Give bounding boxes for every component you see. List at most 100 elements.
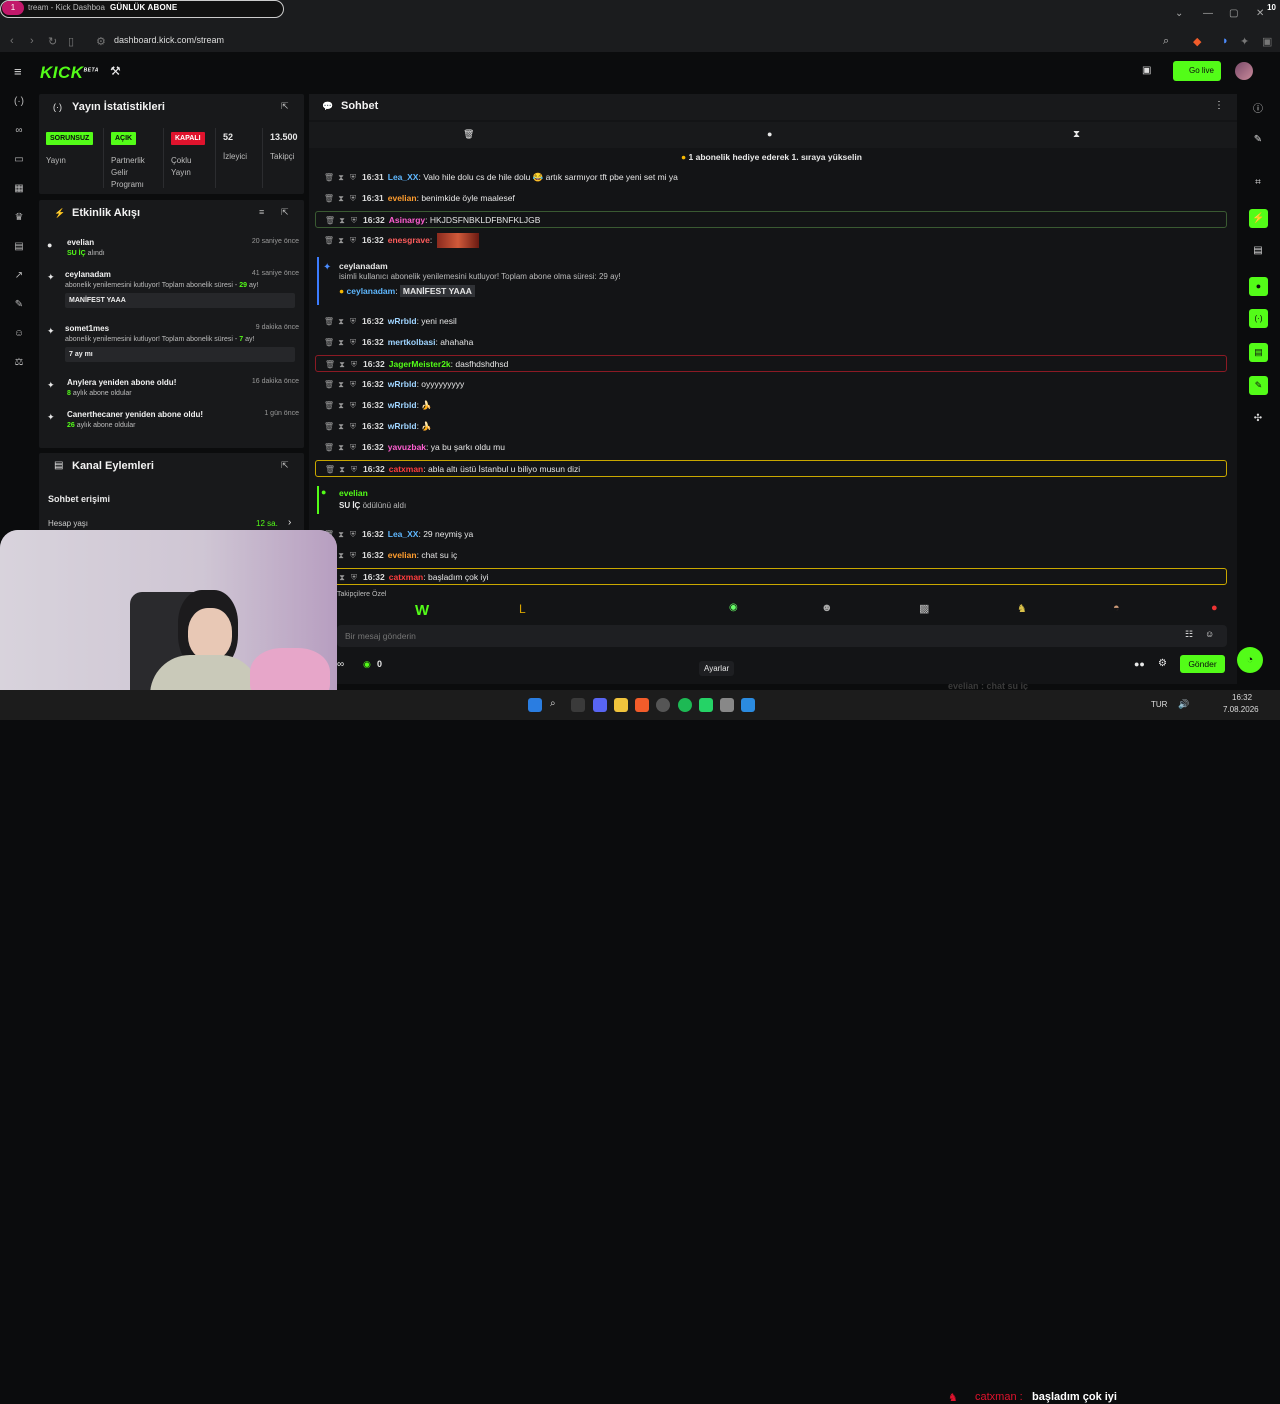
back-icon[interactable]: ‹	[10, 35, 14, 47]
photos-icon[interactable]	[741, 698, 755, 712]
maximize-icon[interactable]: ▢	[1229, 8, 1238, 19]
notes-icon[interactable]: ▤	[1250, 245, 1266, 261]
message-user[interactable]: yavuzbak	[388, 442, 426, 452]
go-live-button[interactable]: Go live	[1173, 61, 1221, 81]
hammer-icon[interactable]: ⚒	[110, 64, 121, 78]
info-icon[interactable]: ⓘ	[1250, 100, 1266, 116]
message-user[interactable]: Asinargy	[389, 215, 425, 225]
start-icon[interactable]	[528, 698, 542, 712]
minimize-icon[interactable]: —	[1203, 8, 1213, 19]
message-user[interactable]: catxman	[389, 464, 424, 474]
delete-icon[interactable]: 🗑	[323, 313, 335, 330]
ban-icon[interactable]: ⛨	[347, 376, 359, 393]
chart-icon[interactable]: ↗	[11, 270, 27, 286]
delete-icon[interactable]: 🗑	[323, 376, 335, 393]
analytics-icon[interactable]: ▦	[11, 183, 27, 199]
emote-icon[interactable]: L	[519, 602, 526, 616]
taskview-icon[interactable]	[571, 698, 585, 712]
timeout-icon[interactable]: ⧗	[336, 212, 348, 229]
chat-message[interactable]: 🗑 ⧗ ⛨ 16:32 wRrbld: yeni nesil	[323, 313, 1223, 330]
timeout-icon[interactable]: ⧗	[335, 439, 347, 456]
obs-icon[interactable]	[656, 698, 670, 712]
avatar[interactable]	[1235, 62, 1253, 80]
message-user[interactable]: wRrbld	[388, 400, 417, 410]
chat-message[interactable]: 🗑 ⧗ ⛨ 16:32 catxman: abla altı üstü İstanbul…	[315, 460, 1227, 477]
delete-icon[interactable]: 🗑	[324, 212, 336, 229]
chat-users-icon[interactable]: ●●	[1134, 659, 1145, 669]
explorer-icon[interactable]	[614, 698, 628, 712]
emoji-icon[interactable]: ☺	[1205, 629, 1214, 639]
timeout-icon[interactable]: ⧗	[335, 169, 347, 186]
ban-icon[interactable]: ⛨	[347, 169, 359, 186]
timeout-icon[interactable]: ⧗	[335, 313, 347, 330]
ban-icon[interactable]: ⛨	[347, 334, 359, 351]
message-user[interactable]: Lea_XX	[388, 529, 419, 539]
chat-message[interactable]: 🗑 ⧗ ⛨ 16:32 enesgrave:	[323, 232, 1223, 249]
reward-user[interactable]: evelian	[339, 488, 368, 498]
message-user[interactable]: catxman	[389, 572, 424, 582]
message-user[interactable]: wRrbld	[388, 421, 417, 431]
chat-message[interactable]: 🗑 ⧗ ⛨ 16:31 evelian: benimkide öyle maalesef	[323, 190, 1223, 207]
timeout-icon[interactable]: ⧗	[335, 232, 347, 249]
delete-icon[interactable]: 🗑	[323, 334, 335, 351]
popout-icon[interactable]: ⇱	[281, 207, 289, 218]
delete-icon[interactable]: 🗑	[323, 169, 335, 186]
close-icon[interactable]: ✕	[1256, 8, 1264, 19]
emote-icon[interactable]: ◓	[1113, 602, 1120, 614]
link-icon[interactable]: ∞	[11, 125, 27, 141]
ban-icon[interactable]: ⛨	[347, 418, 359, 435]
chevron-right-icon[interactable]: ›	[288, 517, 291, 528]
hourglass-icon[interactable]: ⧗	[1073, 129, 1080, 140]
crop-icon[interactable]: ⌗	[1250, 177, 1266, 193]
chevron-down-icon[interactable]: ⌄	[1175, 8, 1183, 19]
bookmark-icon[interactable]: ▯	[68, 35, 74, 48]
spotify-icon[interactable]	[678, 698, 692, 712]
wallet-icon[interactable]: ▣	[1262, 35, 1272, 48]
chat-message[interactable]: 🗑 ⧗ ⛨ 16:32 Asinargy: HKJDSFNBKLDFBNFKLJGB	[315, 211, 1227, 228]
setting-value[interactable]: 12 sa.	[256, 519, 278, 528]
delete-icon[interactable]: 🗑	[323, 439, 335, 456]
timeout-icon[interactable]: ⧗	[336, 356, 348, 373]
timeout-icon[interactable]: ⧗	[335, 190, 347, 207]
chat-message[interactable]: 🗑⧗⛨16:32catxman: başladım çok iyi	[315, 568, 1227, 585]
emote-icon[interactable]: ☻	[821, 602, 833, 614]
chat-message[interactable]: 🗑 ⧗ ⛨ 16:32 wRrbld: 🍌	[323, 397, 1223, 414]
kick-logo[interactable]: KICKBETA	[40, 63, 99, 83]
reload-icon[interactable]: ↻	[48, 35, 57, 48]
video-icon[interactable]: ▭	[11, 154, 27, 170]
points-icon[interactable]: ◉	[363, 659, 371, 670]
extension-icon[interactable]: ◗	[1222, 35, 1229, 47]
emote-icon[interactable]: ◉	[729, 602, 738, 613]
message-user[interactable]: mertkolbasi	[388, 337, 436, 347]
ban-icon[interactable]: ⛨	[348, 212, 360, 229]
tools-toggle-icon[interactable]: ✎	[1249, 376, 1268, 395]
layout-toggle-icon[interactable]: ▤	[1249, 343, 1268, 362]
moderation-icon[interactable]: ⚖	[11, 357, 27, 373]
stream-icon[interactable]: (·)	[11, 96, 27, 112]
emote-icon[interactable]: ▩	[919, 602, 929, 615]
volume-icon[interactable]: 🔊	[1178, 699, 1189, 710]
message-user[interactable]: evelian	[388, 193, 417, 203]
resub-user[interactable]: ceylanadam	[339, 261, 388, 271]
chat-message[interactable]: 🗑 ⧗ ⛨ 16:32 wRrbld: oyyyyyyyyy	[323, 376, 1223, 393]
ban-icon[interactable]: ⛨	[347, 526, 359, 543]
quick-action-lightning-icon[interactable]: ⚡	[1249, 209, 1268, 228]
chat-message[interactable]: 🗑 ⧗ ⛨ 16:32 mertkolbasi: ahahaha	[323, 334, 1223, 351]
message-user[interactable]: wRrbld	[388, 316, 417, 326]
browser-tab[interactable]: 1 tream - Kick Dashboa GÜNLÜK ABONE 10	[0, 0, 1276, 18]
forward-icon[interactable]: ›	[30, 35, 34, 47]
popout-icon[interactable]: ⇱	[281, 101, 289, 112]
emote-icon[interactable]: ♞	[1017, 602, 1027, 615]
pencil-icon[interactable]: ✎	[1250, 134, 1266, 150]
delete-icon[interactable]: 🗑	[323, 397, 335, 414]
timeout-icon[interactable]: ⧗	[336, 461, 348, 478]
chat-message[interactable]: 🗑⧗⛨16:32evelian: chat su iç	[323, 547, 1223, 564]
trash-icon[interactable]: 🗑	[463, 129, 474, 140]
message-user[interactable]: wRrbld	[388, 379, 417, 389]
camera-icon[interactable]: ▣	[1142, 65, 1151, 76]
ban-icon[interactable]: ⛨	[348, 356, 360, 373]
popout-icon[interactable]: ⇱	[281, 460, 289, 471]
ban-icon[interactable]: ⛨	[347, 313, 359, 330]
app-icon[interactable]	[720, 698, 734, 712]
chat-message[interactable]: 🗑⧗⛨16:32Lea_XX: 29 neymiş ya	[323, 526, 1223, 543]
